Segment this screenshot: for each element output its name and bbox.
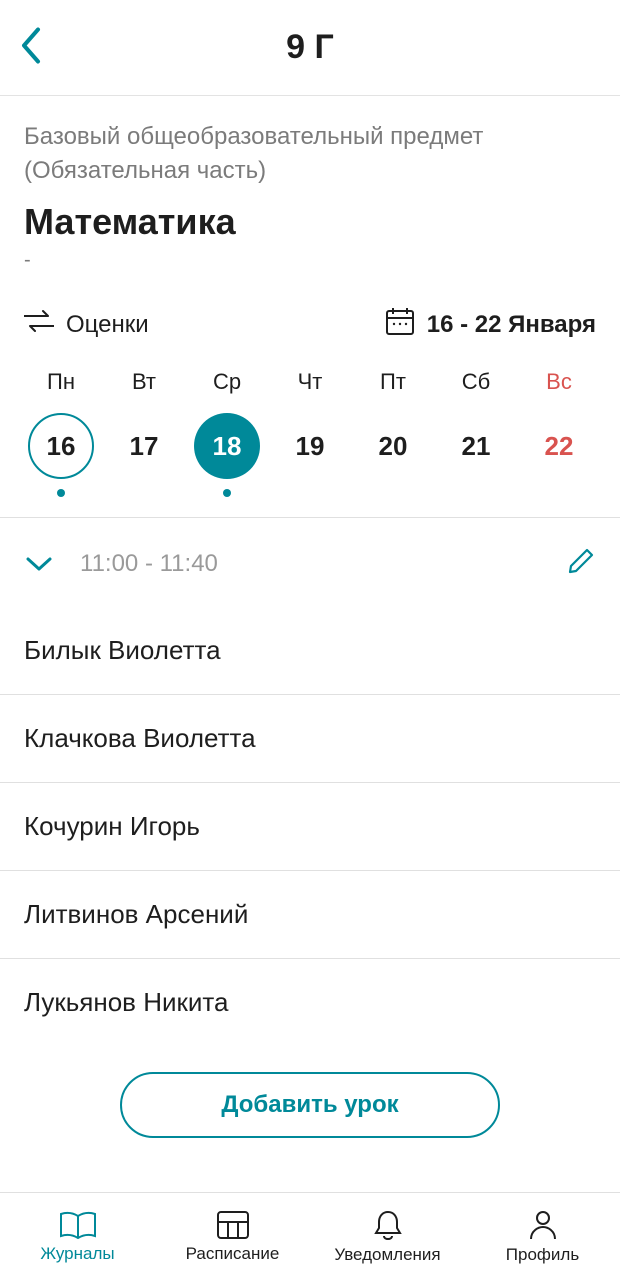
day-number-wrap: 20 [360, 413, 426, 479]
day-number-wrap: 17 [111, 413, 177, 479]
subject-name: Математика [24, 201, 596, 243]
date-range-label: 16 - 22 Января [427, 311, 596, 339]
day-name: Чт [298, 369, 323, 395]
tab-bar: Журналы Расписание Уведомления Профиль [0, 1192, 620, 1280]
day-cell[interactable]: Пн 16 [26, 369, 96, 497]
student-row[interactable]: Лукьянов Никита [24, 959, 596, 1046]
day-number-wrap: 22 [526, 413, 592, 479]
subject-dash: - [24, 249, 596, 272]
day-number: 21 [462, 431, 491, 462]
day-number: 16 [47, 431, 76, 462]
swap-icon [24, 308, 54, 341]
student-row[interactable]: Билык Виолетта [24, 607, 596, 694]
student-row[interactable]: Литвинов Арсений [24, 871, 596, 958]
day-number: 18 [213, 431, 242, 462]
edit-lesson-button[interactable] [566, 546, 596, 581]
calendar-icon [385, 306, 415, 343]
day-number: 17 [130, 431, 159, 462]
day-number-wrap: 16 [28, 413, 94, 479]
tab-schedule[interactable]: Расписание [155, 1193, 310, 1280]
day-cell[interactable]: Ср 18 [192, 369, 262, 497]
day-number-wrap: 19 [277, 413, 343, 479]
day-number-wrap: 18 [194, 413, 260, 479]
collapse-lesson[interactable] [24, 554, 54, 574]
add-lesson-button[interactable]: Добавить урок [120, 1072, 500, 1138]
day-cell[interactable]: Вт 17 [109, 369, 179, 497]
day-number: 22 [545, 431, 574, 462]
event-dot [223, 489, 231, 497]
subject-type: Базовый общеобразовательный предмет (Обя… [24, 120, 596, 187]
grades-label: Оценки [66, 311, 149, 339]
day-name: Сб [462, 369, 491, 395]
day-name: Ср [213, 369, 241, 395]
student-row[interactable]: Клачкова Виолетта [24, 695, 596, 782]
grades-switch[interactable]: Оценки [24, 308, 149, 341]
day-cell[interactable]: Пт 20 [358, 369, 428, 497]
day-number-wrap: 21 [443, 413, 509, 479]
day-cell[interactable]: Сб 21 [441, 369, 511, 497]
tab-journals[interactable]: Журналы [0, 1193, 155, 1280]
event-dot [57, 489, 65, 497]
tab-notifications[interactable]: Уведомления [310, 1193, 465, 1280]
lesson-time: 11:00 - 11:40 [80, 550, 218, 578]
page-title: 9 Г [20, 28, 600, 67]
back-button[interactable] [18, 23, 46, 72]
tab-label: Профиль [506, 1245, 579, 1265]
tab-profile[interactable]: Профиль [465, 1193, 620, 1280]
day-cell[interactable]: Чт 19 [275, 369, 345, 497]
day-name: Пн [47, 369, 75, 395]
day-name: Вс [546, 369, 572, 395]
day-number: 20 [379, 431, 408, 462]
day-cell[interactable]: Вс 22 [524, 369, 594, 497]
date-range-picker[interactable]: 16 - 22 Января [385, 306, 596, 343]
day-name: Вт [132, 369, 156, 395]
day-number: 19 [296, 431, 325, 462]
tab-label: Расписание [186, 1244, 280, 1264]
student-list: Билык ВиолеттаКлачкова ВиолеттаКочурин И… [24, 607, 596, 1046]
student-row[interactable]: Кочурин Игорь [24, 783, 596, 870]
tab-label: Журналы [40, 1244, 114, 1264]
week-row: Пн 16 Вт 17 Ср 18 Чт 19 Пт 20 Сб 21 Вс 22 [24, 369, 596, 497]
tab-label: Уведомления [334, 1245, 440, 1265]
header-bar: 9 Г [0, 0, 620, 96]
day-name: Пт [380, 369, 406, 395]
